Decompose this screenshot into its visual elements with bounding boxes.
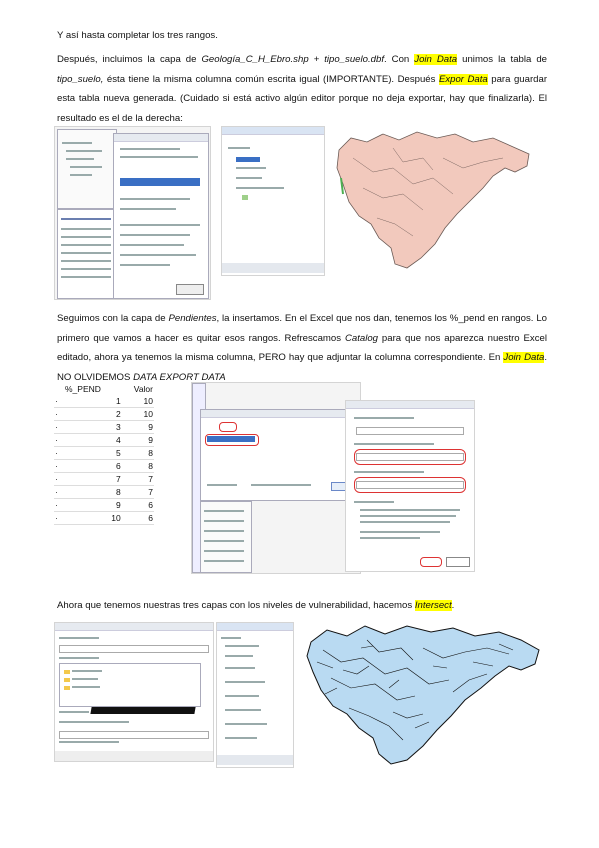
layers-panel-screenshot [216, 622, 294, 768]
cell: 1 [64, 395, 122, 408]
add-table-screenshot [191, 382, 361, 574]
cell: 7 [121, 472, 154, 486]
cell: 8 [64, 485, 122, 499]
paragraph-intro: Y así hasta completar los tres rangos. [57, 26, 547, 46]
catalog-term: Catalog [344, 332, 379, 344]
la-rioja-map-blue [306, 625, 540, 765]
paragraph-geologia: Después, incluimos la capa de Geología_C… [57, 50, 547, 128]
ok-button [176, 284, 204, 295]
table-row: · 5 8 [54, 446, 154, 460]
intersect-highlight: Intersect [414, 600, 452, 611]
ok-button [420, 557, 442, 567]
text-run: Ahora que tenemos nuestras tres capas co… [57, 600, 415, 611]
arcmap-join-screenshot [54, 126, 211, 300]
cell: 9 [121, 433, 154, 447]
column-header: %_PEND [65, 384, 101, 394]
join-dialog-screenshot [345, 400, 475, 572]
cell: 7 [121, 485, 154, 499]
text-run: ésta tiene la misma columna común escrit… [103, 73, 439, 85]
cell: 9 [121, 420, 154, 434]
intersect-tool-screenshot [54, 622, 214, 762]
cell: 6 [64, 459, 122, 473]
text-run: Después, incluimos la capa de [57, 54, 202, 65]
cell: 3 [64, 420, 122, 434]
cell: 8 [121, 459, 154, 473]
join-data-highlight: Join Data [414, 54, 458, 65]
paragraph-intersect: Ahora que tenemos nuestras tres capas co… [57, 596, 547, 616]
pend-valor-table: %_PEND Valor · 1 10 · 2 10 · 3 9 · 4 9 · 5 8 · 6 8 ·… [54, 383, 154, 525]
intro-text: Y así hasta completar los tres rangos. [57, 30, 218, 41]
cell: 8 [121, 446, 154, 460]
table-row: · 2 10 [54, 407, 154, 421]
table-name: tipo_suelo, [57, 73, 104, 85]
cell: 6 [121, 498, 154, 512]
export-data-term: DATA EXPORT DATA [133, 371, 226, 383]
excel-table-screenshot: %_PEND Valor · 1 10 · 2 10 · 3 9 · 4 9 · 5 8 · 6 8 ·… [54, 383, 154, 525]
cell: 10 [64, 511, 122, 525]
text-run: Seguimos con la capa de [57, 313, 169, 324]
paragraph-pendientes: Seguimos con la capa de Pendientes, la i… [57, 309, 547, 387]
table-row: · 7 7 [54, 472, 154, 486]
cell: 5 [64, 446, 122, 460]
table-row: · 9 6 [54, 498, 154, 512]
redacted-path [90, 707, 196, 714]
cell: 10 [121, 407, 154, 421]
cell: 6 [121, 511, 154, 525]
table-row: · 6 8 [54, 459, 154, 473]
layer-name: Geología_C_H_Ebro.shp + tipo_suelo.dbf [201, 54, 384, 65]
table-row: · 10 6 [54, 511, 154, 525]
cancel-button [446, 557, 470, 567]
cell: 7 [64, 472, 122, 486]
text-run: . [451, 600, 455, 611]
column-header: Valor [133, 384, 153, 394]
cell: 2 [64, 407, 122, 421]
table-row: · 1 10 [54, 395, 154, 408]
table-row: · 8 7 [54, 485, 154, 499]
table-row: · 3 9 [54, 420, 154, 434]
cell: 9 [64, 498, 122, 512]
highlighted-folder-icon [219, 422, 237, 432]
join-data-highlight: Join Data [503, 352, 545, 363]
toc-screenshot [221, 126, 325, 276]
la-rioja-map-pink [336, 131, 530, 269]
cell: 10 [121, 395, 154, 408]
text-run: unimos la tabla de [457, 54, 548, 65]
cell: 4 [64, 433, 122, 447]
table-row: · 4 9 [54, 433, 154, 447]
text-run: . Con [384, 54, 415, 65]
export-data-highlight: Expor Data [438, 73, 488, 85]
layer-name: Pendientes [168, 313, 217, 324]
